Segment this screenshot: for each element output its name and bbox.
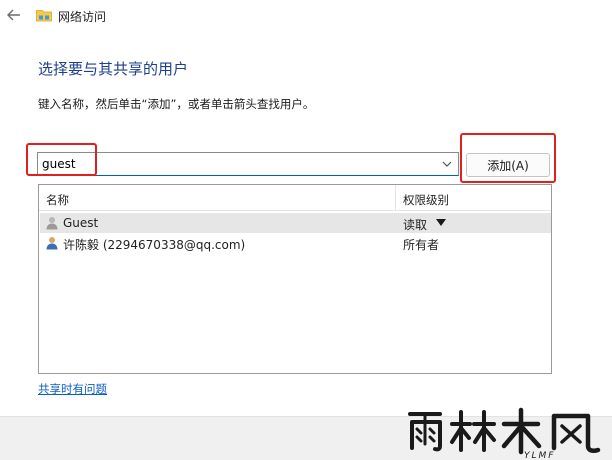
row-user-name: Guest xyxy=(63,216,99,230)
user-name-input[interactable] xyxy=(42,156,422,172)
column-divider[interactable] xyxy=(395,185,396,211)
row-permission[interactable]: 读取 xyxy=(403,216,427,233)
back-button[interactable] xyxy=(4,5,24,25)
user-permission-list[interactable]: 名称 权限级别 Guest 读取 许陈毅 (2294670338@qq.com)… xyxy=(38,184,552,374)
column-header-name[interactable]: 名称 xyxy=(46,192,69,208)
row-user-name: 许陈毅 (2294670338@qq.com) xyxy=(63,238,246,252)
page-heading: 选择要与其共享的用户 xyxy=(38,60,189,78)
caret-down-icon[interactable] xyxy=(436,219,446,227)
user-icon xyxy=(46,237,58,250)
watermark-logo: YLMF xyxy=(408,407,601,460)
title-bar: 网络访问 xyxy=(0,0,612,32)
table-row[interactable]: Guest 读取 xyxy=(40,213,551,233)
sharing-help-link[interactable]: 共享时有问题 xyxy=(38,381,107,397)
watermark-subtext: YLMF xyxy=(524,451,555,460)
highlight-box-input xyxy=(26,143,97,176)
highlight-box-add-button xyxy=(460,133,556,183)
folder-network-icon xyxy=(36,10,52,22)
list-header: 名称 权限级别 xyxy=(39,185,551,211)
column-header-permission[interactable]: 权限级别 xyxy=(403,192,449,208)
chevron-down-icon[interactable] xyxy=(442,159,452,169)
window-title: 网络访问 xyxy=(58,10,107,24)
table-row[interactable]: 许陈毅 (2294670338@qq.com) 所有者 xyxy=(40,233,551,253)
row-permission: 所有者 xyxy=(403,238,440,252)
user-combobox[interactable] xyxy=(37,152,459,176)
back-arrow-icon xyxy=(7,9,20,21)
user-icon xyxy=(46,217,58,230)
instruction-text: 键入名称，然后单击“添加”，或者单击箭头查找用户。 xyxy=(38,97,315,111)
